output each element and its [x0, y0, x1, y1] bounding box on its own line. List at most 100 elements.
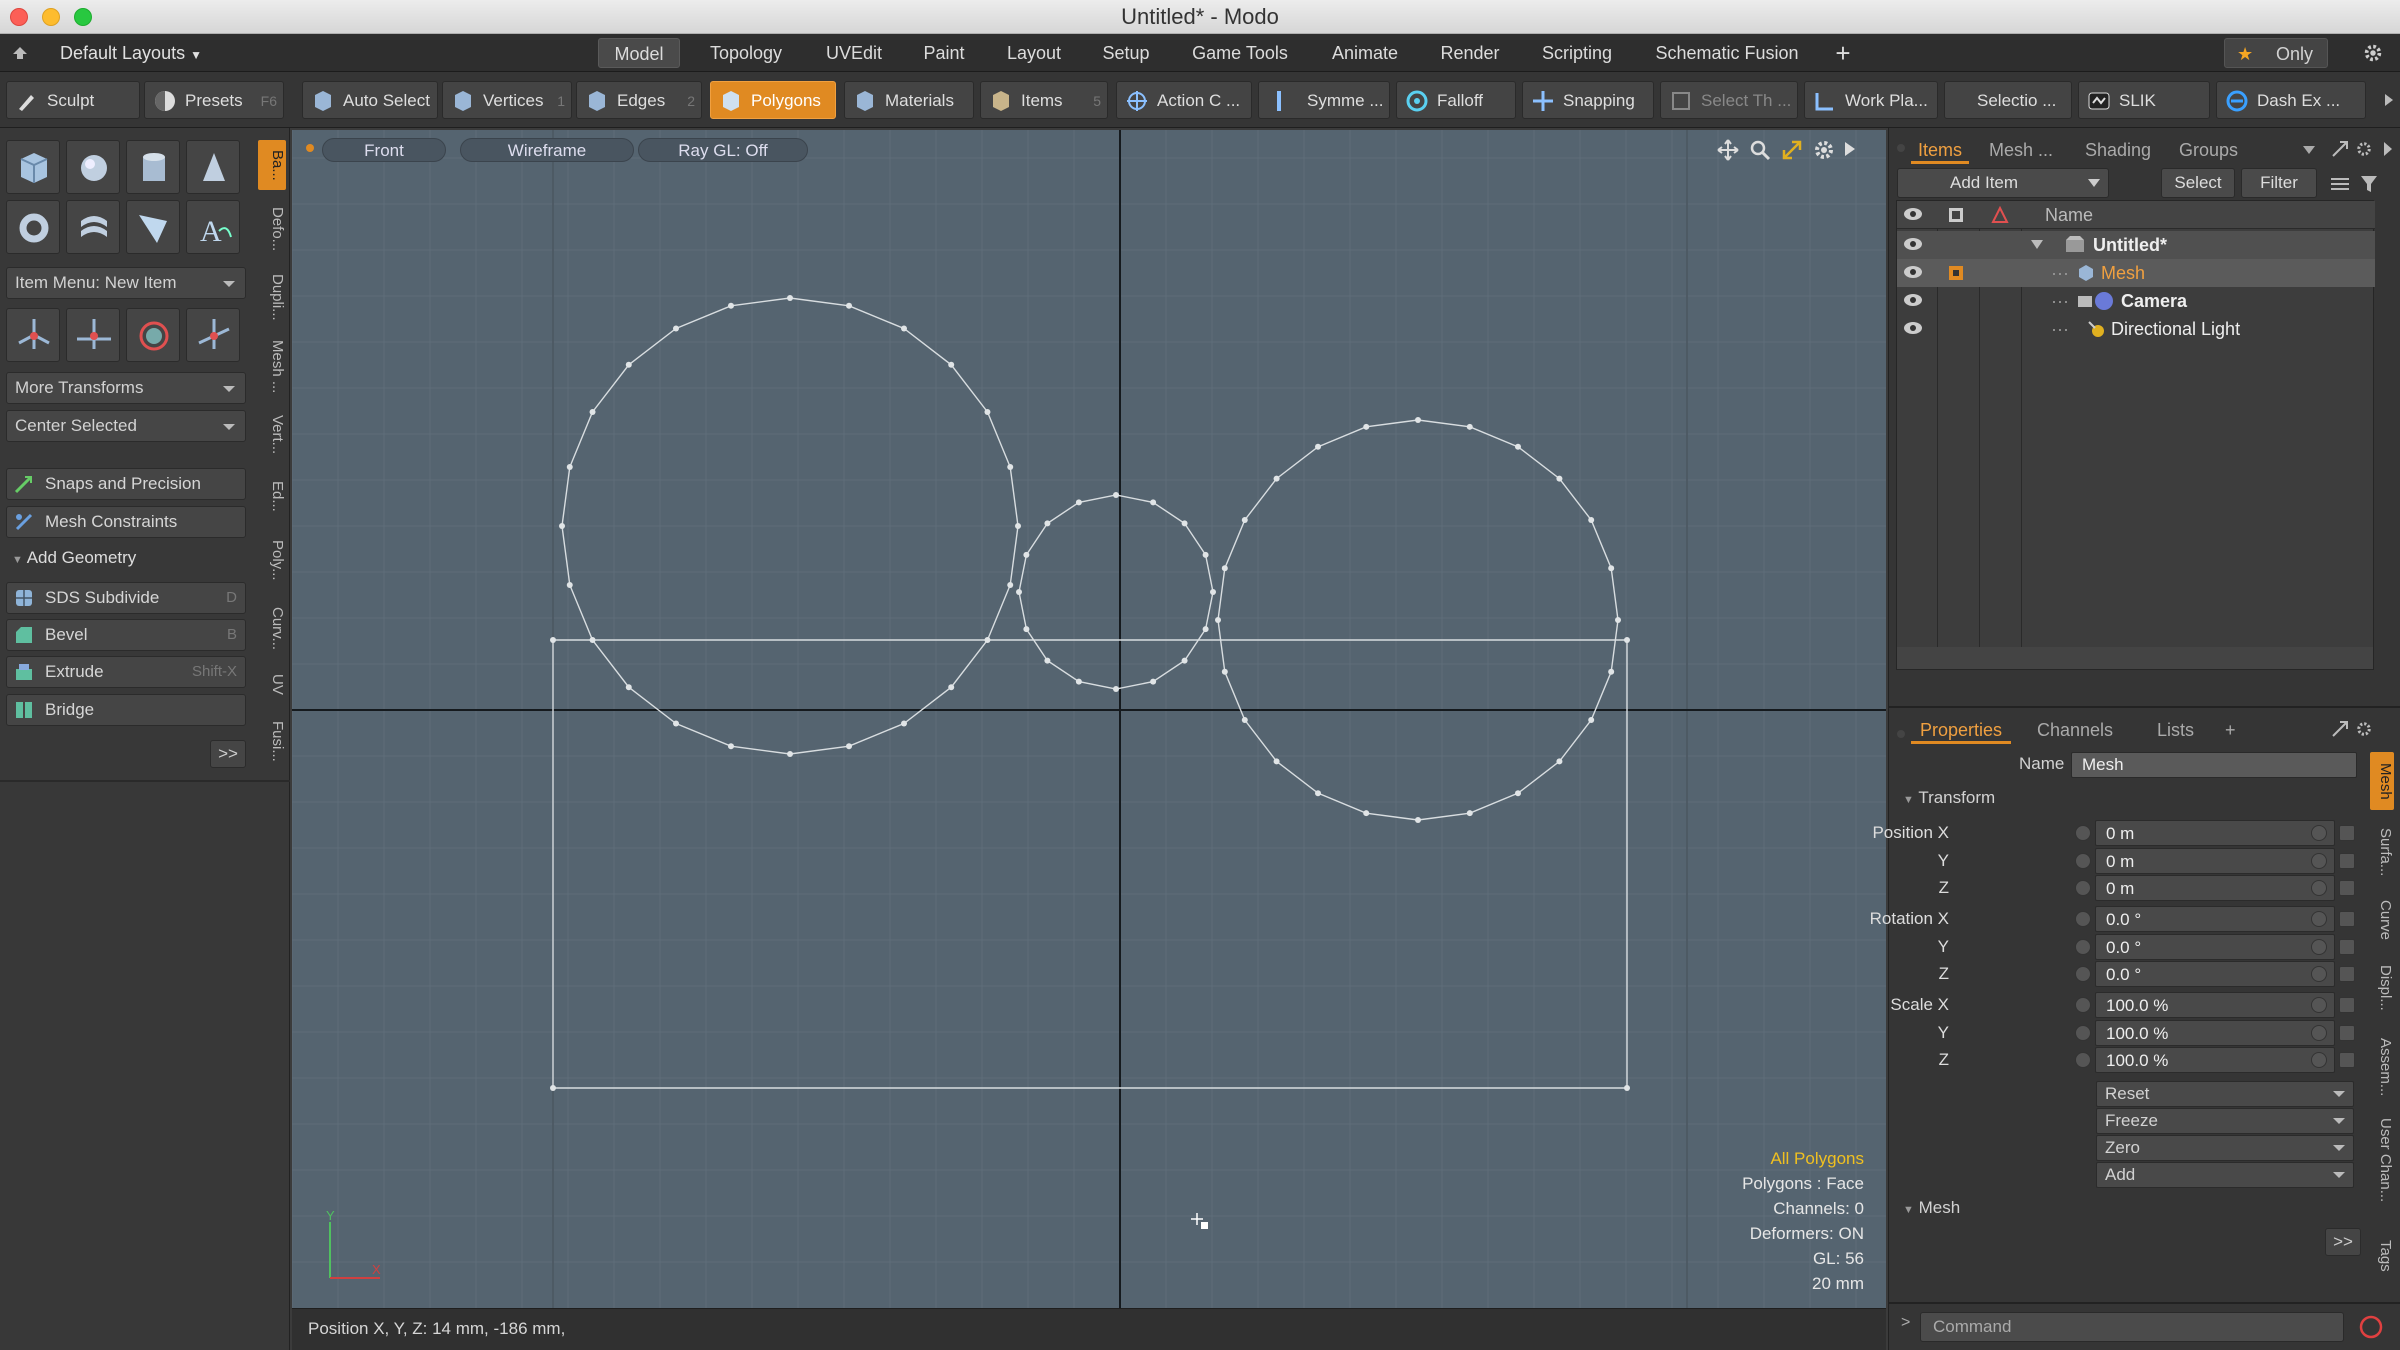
- viewport-expand-icon[interactable]: [1844, 142, 1856, 156]
- mesh-vertex[interactable]: [787, 295, 793, 301]
- sculpt-button[interactable]: Sculpt: [6, 81, 140, 119]
- default-layouts-menu[interactable]: Default Layouts ▼: [60, 38, 202, 68]
- tab-topology[interactable]: Topology: [698, 38, 794, 68]
- mesh-vertex[interactable]: [559, 523, 565, 529]
- mesh-constraints-button[interactable]: Mesh Constraints: [6, 506, 246, 538]
- action-center-button[interactable]: Action C ...: [1116, 81, 1252, 119]
- mesh-vertex[interactable]: [625, 684, 632, 691]
- select-button[interactable]: Select: [2161, 168, 2235, 198]
- mesh-vertex[interactable]: [984, 637, 991, 643]
- mesh-vertex[interactable]: [901, 720, 907, 727]
- zero-dropdown[interactable]: Zero: [2096, 1135, 2354, 1161]
- selection-button[interactable]: Selectio ...: [1944, 81, 2072, 119]
- mesh-vertex[interactable]: [1363, 810, 1370, 817]
- pan-icon[interactable]: [1716, 138, 1740, 162]
- reset-value-icon[interactable]: [2311, 966, 2327, 982]
- step-arrows-icon[interactable]: [2339, 1052, 2355, 1068]
- property-value-field[interactable]: 100.0 %: [2095, 1020, 2335, 1046]
- tab-animate[interactable]: Animate: [1320, 38, 1410, 68]
- mesh-vertex[interactable]: [787, 751, 793, 757]
- more-properties-button[interactable]: >>: [2325, 1228, 2361, 1256]
- work-plane-button[interactable]: Work Pla...: [1804, 81, 1938, 119]
- vtab-user-channels[interactable]: User Chan...: [2370, 1114, 2394, 1206]
- vtab-curve[interactable]: Curv...: [258, 598, 286, 660]
- visibility-eye-icon[interactable]: [1903, 265, 1923, 279]
- add-dropdown[interactable]: Add: [2096, 1162, 2354, 1188]
- maximize-window-button[interactable]: [74, 8, 92, 26]
- close-window-button[interactable]: [10, 8, 28, 26]
- tab-properties[interactable]: Properties: [1911, 716, 2011, 744]
- step-arrows-icon[interactable]: [2339, 853, 2355, 869]
- mesh-vertex[interactable]: [1588, 717, 1595, 723]
- vtab-edge[interactable]: Ed...: [258, 472, 286, 520]
- vtab-tags[interactable]: Tags: [2370, 1234, 2394, 1278]
- visibility-eye-icon[interactable]: [1903, 293, 1923, 307]
- pen-tool-button[interactable]: [126, 200, 180, 254]
- mesh-vertex[interactable]: [1515, 443, 1521, 450]
- property-value-field[interactable]: 0.0 °: [2095, 906, 2335, 932]
- vtab-fusion[interactable]: Fusi...: [258, 710, 286, 772]
- mesh-vertex[interactable]: [673, 325, 679, 332]
- add-geometry-header[interactable]: ▼ Add Geometry: [12, 548, 136, 568]
- vtab-duplicate[interactable]: Dupli...: [258, 266, 286, 328]
- mesh-vertex[interactable]: [673, 720, 679, 727]
- mesh-vertex[interactable]: [1202, 551, 1209, 558]
- transform-section-header[interactable]: ▼ Transform: [1903, 788, 1995, 808]
- step-arrows-icon[interactable]: [2339, 880, 2355, 896]
- tab-schematic-fusion[interactable]: Schematic Fusion: [1646, 38, 1808, 68]
- cube-primitive-button[interactable]: [6, 140, 60, 194]
- reset-value-icon[interactable]: [2311, 1025, 2327, 1041]
- tab-game-tools[interactable]: Game Tools: [1182, 38, 1298, 68]
- animate-toggle-icon[interactable]: [2075, 966, 2091, 982]
- step-arrows-icon[interactable]: [2339, 966, 2355, 982]
- slik-button[interactable]: SLIK: [2078, 81, 2210, 119]
- edges-button[interactable]: Edges 2: [576, 81, 702, 119]
- property-value-field[interactable]: 100.0 %: [2095, 992, 2335, 1018]
- vtab-basic[interactable]: Ba...: [258, 140, 286, 190]
- animate-toggle-icon[interactable]: [2075, 880, 2091, 896]
- animate-toggle-icon[interactable]: [2075, 939, 2091, 955]
- tab-model[interactable]: Model: [598, 38, 680, 68]
- animate-toggle-icon[interactable]: [2075, 997, 2091, 1013]
- list-item-camera[interactable]: ··· Camera: [1897, 287, 2375, 315]
- mesh-wireframe[interactable]: [552, 297, 1628, 1089]
- vtab-mesh-props[interactable]: Mesh: [2370, 752, 2394, 810]
- vtab-uv[interactable]: UV: [258, 666, 286, 702]
- up-arrow-icon[interactable]: [12, 46, 28, 60]
- polygons-button[interactable]: Polygons: [710, 81, 836, 119]
- reset-value-icon[interactable]: [2311, 939, 2327, 955]
- mesh-vertex[interactable]: [566, 582, 573, 589]
- mesh-vertex[interactable]: [625, 361, 632, 368]
- item-list-scrollbar[interactable]: [1897, 647, 2373, 669]
- lock-icon[interactable]: [1947, 264, 1965, 282]
- fit-view-icon[interactable]: [1780, 138, 1804, 162]
- tab-groups[interactable]: Groups: [2179, 136, 2249, 164]
- mesh-vertex[interactable]: [566, 463, 573, 470]
- vtab-displacement[interactable]: Displ...: [2370, 956, 2394, 1020]
- vtab-surface[interactable]: Surfa...: [2370, 818, 2394, 886]
- mesh-vertex[interactable]: [1315, 790, 1321, 797]
- text-tool-button[interactable]: A: [186, 200, 240, 254]
- tab-scripting[interactable]: Scripting: [1530, 38, 1624, 68]
- tab-setup[interactable]: Setup: [1092, 38, 1160, 68]
- tab-paint[interactable]: Paint: [912, 38, 976, 68]
- transform-tool-button[interactable]: [186, 308, 240, 362]
- reset-value-icon[interactable]: [2311, 853, 2327, 869]
- list-options-icon[interactable]: [2329, 176, 2351, 192]
- shading-mode-button[interactable]: Wireframe: [460, 138, 634, 162]
- center-selected-dropdown[interactable]: Center Selected: [6, 410, 246, 442]
- torus-primitive-button[interactable]: [6, 200, 60, 254]
- panel-settings-icon[interactable]: [2355, 140, 2373, 158]
- extrude-button[interactable]: Extrude Shift-X: [6, 656, 246, 688]
- viewport-canvas[interactable]: Y X: [292, 130, 1886, 1308]
- viewport-settings-icon[interactable]: [1812, 138, 1836, 162]
- items-button[interactable]: Items 5: [980, 81, 1108, 119]
- add-item-button[interactable]: Add Item: [1897, 168, 2109, 198]
- mesh-vertex[interactable]: [1215, 617, 1221, 623]
- mesh-vertex[interactable]: [1466, 810, 1473, 817]
- step-arrows-icon[interactable]: [2339, 911, 2355, 927]
- mesh-rectangle-polygon[interactable]: [552, 639, 1628, 1089]
- mesh-vertex[interactable]: [901, 325, 907, 332]
- mesh-vertex[interactable]: [1113, 492, 1119, 498]
- property-value-field[interactable]: 0.0 °: [2095, 961, 2335, 987]
